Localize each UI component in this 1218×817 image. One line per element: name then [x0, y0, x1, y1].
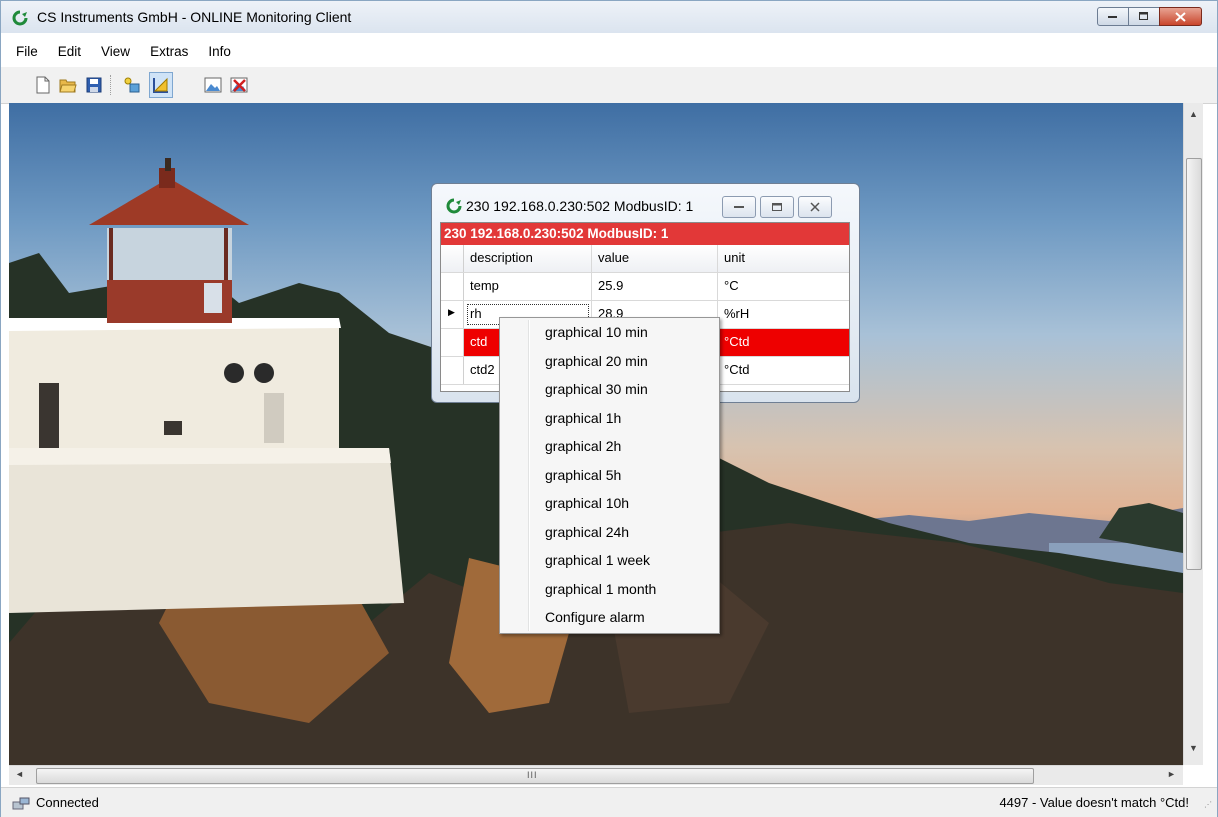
row-header-cell	[441, 245, 464, 272]
column-unit[interactable]: unit	[718, 245, 849, 272]
menu-gutter	[528, 320, 530, 631]
close-icon	[1175, 11, 1186, 22]
row-header-cell[interactable]	[441, 357, 464, 384]
column-description[interactable]: description	[464, 245, 592, 272]
cell-unit[interactable]: °C	[718, 273, 849, 300]
device-close-button[interactable]	[798, 196, 832, 218]
close-icon	[810, 202, 820, 212]
cell-unit[interactable]: %rH	[718, 301, 849, 328]
status-connection: Connected	[36, 795, 99, 810]
table-row[interactable]: temp 25.9 °C	[441, 273, 849, 301]
scroll-up-icon[interactable]: ▲	[1189, 109, 1198, 119]
graph-tool-button[interactable]	[149, 72, 173, 98]
row-header-cell[interactable]	[441, 273, 464, 300]
picture-icon[interactable]	[204, 76, 222, 94]
menu-bar: File Edit View Extras Info	[1, 41, 241, 65]
device-minimize-button[interactable]	[722, 196, 756, 218]
menu-item-graphical-24h[interactable]: graphical 24h	[545, 524, 629, 540]
app-logo-icon	[12, 10, 28, 26]
title-bar[interactable]: CS Instruments GmbH - ONLINE Monitoring …	[1, 1, 1217, 33]
menu-item-configure-alarm[interactable]: Configure alarm	[545, 609, 645, 625]
scroll-left-icon[interactable]: ◄	[15, 769, 24, 779]
current-row-icon: ▶	[448, 307, 455, 317]
menu-item-graphical-1-month[interactable]: graphical 1 month	[545, 581, 656, 597]
open-folder-icon[interactable]	[59, 76, 77, 94]
app-logo-icon	[446, 198, 462, 214]
add-device-icon[interactable]	[123, 76, 141, 94]
grid-header: 230 192.168.0.230:502 ModbusID: 1	[441, 223, 849, 245]
horizontal-scroll-thumb[interactable]: III	[36, 768, 1034, 784]
menu-info[interactable]: Info	[198, 41, 241, 65]
menu-item-graphical-30-min[interactable]: graphical 30 min	[545, 381, 648, 397]
scroll-right-icon[interactable]: ►	[1167, 769, 1176, 779]
device-restore-button[interactable]	[760, 196, 794, 218]
minimize-icon	[734, 206, 744, 208]
remove-picture-icon[interactable]	[230, 76, 248, 94]
row-header-cell[interactable]	[441, 329, 464, 356]
new-document-icon[interactable]	[34, 76, 52, 94]
column-header-row: description value unit	[441, 245, 849, 273]
menu-extras[interactable]: Extras	[140, 41, 198, 65]
status-bar: Connected 4497 - Value doesn't match °Ct…	[1, 787, 1217, 817]
menu-item-graphical-1h[interactable]: graphical 1h	[545, 410, 621, 426]
menu-item-graphical-5h[interactable]: graphical 5h	[545, 467, 621, 483]
cell-unit[interactable]: °Ctd	[718, 357, 849, 384]
close-button[interactable]	[1159, 7, 1202, 26]
menu-item-graphical-10-min[interactable]: graphical 10 min	[545, 324, 648, 340]
device-window-title: 230 192.168.0.230:502 ModbusID: 1	[466, 198, 694, 214]
horizontal-scrollbar[interactable]: ◄ III ►	[9, 765, 1183, 785]
cell-unit[interactable]: °Ctd	[718, 329, 849, 356]
restore-icon	[772, 203, 782, 211]
menu-file[interactable]: File	[1, 41, 48, 65]
minimize-icon	[1108, 15, 1117, 18]
column-value[interactable]: value	[592, 245, 718, 272]
graph-tool-icon	[153, 77, 168, 93]
main-window: CS Instruments GmbH - ONLINE Monitoring …	[0, 0, 1218, 817]
menu-item-graphical-2h[interactable]: graphical 2h	[545, 438, 621, 454]
menu-item-graphical-1-week[interactable]: graphical 1 week	[545, 552, 650, 568]
menu-item-graphical-20-min[interactable]: graphical 20 min	[545, 353, 648, 369]
network-connected-icon	[12, 797, 30, 809]
vertical-scrollbar[interactable]: ▲ ▼	[1183, 103, 1203, 765]
window-title: CS Instruments GmbH - ONLINE Monitoring …	[37, 9, 352, 25]
menu-edit[interactable]: Edit	[48, 41, 91, 65]
menu-item-graphical-10h[interactable]: graphical 10h	[545, 495, 629, 511]
maximize-icon	[1139, 12, 1148, 20]
resize-grip-icon[interactable]: ⋰	[1204, 800, 1212, 809]
toolbar	[1, 67, 1217, 104]
cell-value[interactable]: 25.9	[592, 273, 718, 300]
status-message: 4497 - Value doesn't match °Ctd!	[999, 795, 1189, 810]
row-header-cell[interactable]: ▶	[441, 301, 464, 328]
toolbar-separator	[110, 75, 112, 95]
minimize-button[interactable]	[1097, 7, 1129, 26]
vertical-scroll-thumb[interactable]	[1186, 158, 1202, 570]
scroll-down-icon[interactable]: ▼	[1189, 743, 1198, 753]
menu-view[interactable]: View	[91, 41, 140, 65]
cell-description[interactable]: temp	[464, 273, 592, 300]
maximize-button[interactable]	[1128, 7, 1160, 26]
save-icon[interactable]	[85, 76, 103, 94]
scroll-grip: III	[527, 770, 538, 780]
context-menu: graphical 10 min graphical 20 min graphi…	[499, 317, 720, 634]
